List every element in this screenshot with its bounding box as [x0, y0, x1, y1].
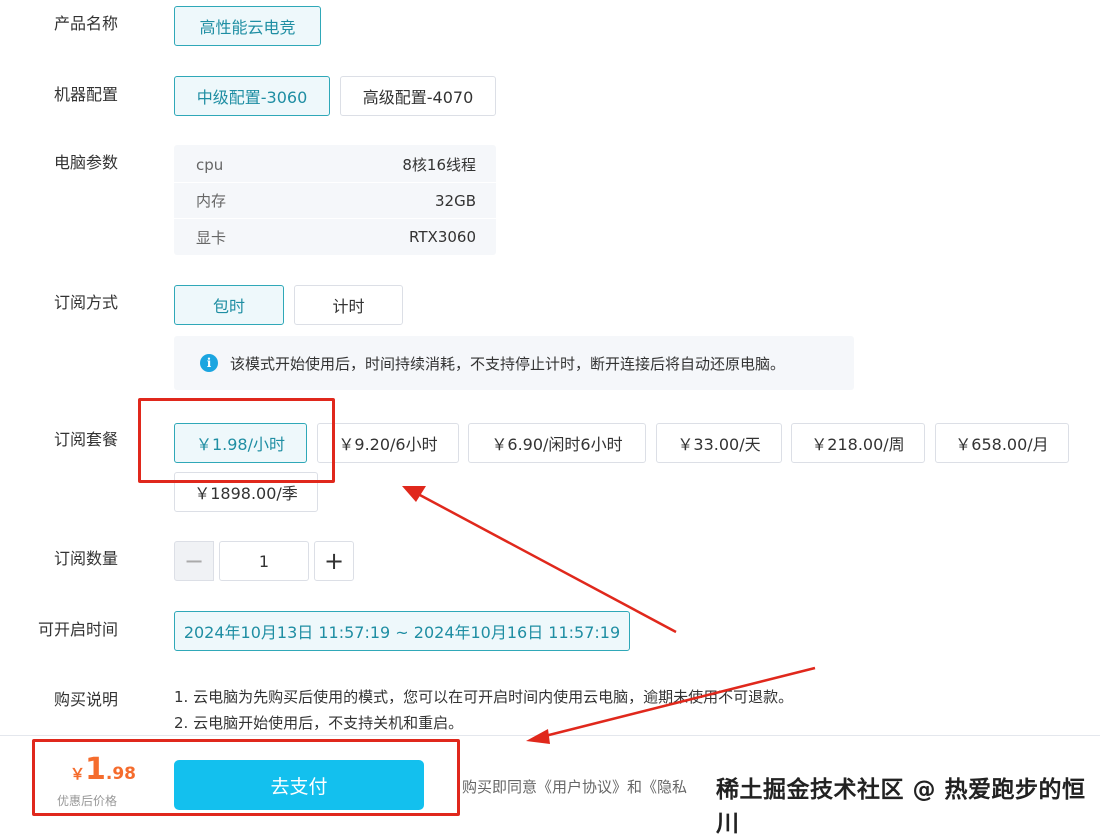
- label-subscription-mode: 订阅方式: [54, 293, 119, 312]
- quantity-input[interactable]: 1: [219, 541, 309, 581]
- param-key: cpu: [196, 155, 224, 174]
- package-option-day[interactable]: ￥33.00/天: [656, 423, 782, 463]
- info-icon: i: [200, 354, 218, 372]
- package-option-month[interactable]: ￥658.00/月: [935, 423, 1069, 463]
- label-subscription-quantity: 订阅数量: [54, 549, 119, 568]
- machine-option-4070[interactable]: 高级配置-4070: [340, 76, 496, 116]
- label-computer-params: 电脑参数: [54, 153, 119, 172]
- annotation-box-package: [138, 398, 335, 483]
- package-option-idle-6hours[interactable]: ￥6.90/闲时6小时: [468, 423, 646, 463]
- params-row: 显卡 RTX3060: [174, 219, 496, 255]
- notice-text: 该模式开始使用后，时间持续消耗，不支持停止计时，断开连接后将自动还原电脑。: [230, 354, 786, 373]
- param-value: 32GB: [434, 191, 476, 210]
- label-machine-config: 机器配置: [54, 85, 119, 104]
- purchase-note-1: 1. 云电脑为先购买后使用的模式，您可以在可开启时间内使用云电脑，逾期未使用不可…: [174, 688, 794, 706]
- label-product-name: 产品名称: [54, 14, 119, 33]
- params-table: cpu 8核16线程 内存 32GB 显卡 RTX3060: [174, 145, 496, 255]
- annotation-box-price: [32, 739, 460, 816]
- package-option-week[interactable]: ￥218.00/周: [791, 423, 925, 463]
- subscription-notice: i 该模式开始使用后，时间持续消耗，不支持停止计时，断开连接后将自动还原电脑。: [174, 336, 854, 390]
- machine-option-3060[interactable]: 中级配置-3060: [174, 76, 330, 116]
- params-row: 内存 32GB: [174, 183, 496, 219]
- label-open-time: 可开启时间: [38, 620, 119, 639]
- open-time-range: 2024年10月13日 11:57:19 ~ 2024年10月16日 11:57…: [174, 611, 630, 651]
- label-subscription-package: 订阅套餐: [54, 430, 119, 449]
- subscription-option-metered[interactable]: 计时: [294, 285, 403, 325]
- param-value: RTX3060: [409, 228, 476, 246]
- subscription-option-package[interactable]: 包时: [174, 285, 284, 325]
- product-option[interactable]: 高性能云电竞: [174, 6, 321, 46]
- package-option-6hours[interactable]: ￥9.20/6小时: [317, 423, 459, 463]
- param-key: 显卡: [196, 228, 227, 247]
- quantity-decrease-button[interactable]: −: [174, 541, 214, 581]
- params-row: cpu 8核16线程: [174, 147, 496, 183]
- agreement-text[interactable]: 购买即同意《用户协议》和《隐私: [462, 776, 687, 797]
- label-purchase-notes: 购买说明: [54, 690, 119, 709]
- purchase-note-2: 2. 云电脑开始使用后，不支持关机和重启。: [174, 714, 464, 732]
- annotation-arrow-head: [402, 486, 426, 502]
- param-value: 8核16线程: [402, 156, 476, 174]
- quantity-increase-button[interactable]: +: [314, 541, 354, 581]
- watermark-text: 稀土掘金技术社区 @ 热爱跑步的恒川: [716, 777, 1086, 837]
- param-key: 内存: [196, 192, 227, 210]
